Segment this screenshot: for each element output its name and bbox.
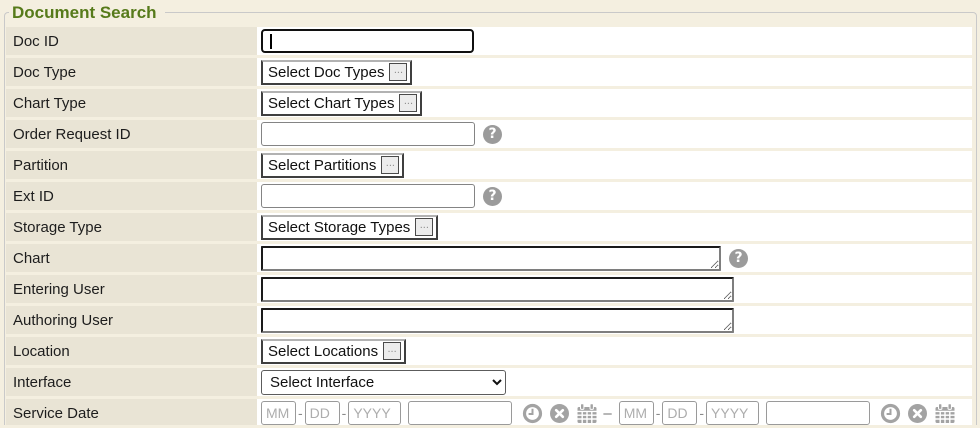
field-label: Ext ID: [6, 182, 257, 210]
doc-type-picker[interactable]: Select Doc Types ...: [261, 60, 412, 85]
form-row-location: Location Select Locations ...: [6, 337, 972, 365]
doc-id-input-wrap: [261, 29, 474, 53]
interface-select[interactable]: Select Interface: [261, 370, 506, 395]
text-caret: [270, 34, 272, 49]
service-date-to-year-input[interactable]: [706, 401, 759, 425]
service-date-from-year-input[interactable]: [348, 401, 401, 425]
help-icon[interactable]: ?: [483, 187, 502, 206]
help-icon[interactable]: ?: [729, 249, 748, 268]
field-label: Partition: [6, 151, 257, 179]
picker-value: Select Locations: [268, 343, 378, 360]
chart-textarea[interactable]: [261, 246, 721, 271]
page-title: Document Search: [9, 3, 165, 22]
clear-icon[interactable]: [907, 403, 928, 424]
form-row-chart: Chart ?: [6, 244, 972, 272]
location-picker[interactable]: Select Locations ...: [261, 339, 406, 364]
picker-value: Select Partitions: [268, 157, 376, 174]
form-row-authoring-user: Authoring User: [6, 306, 972, 334]
storage-type-browse-button[interactable]: ...: [415, 218, 433, 236]
storage-type-picker[interactable]: Select Storage Types ...: [261, 215, 438, 240]
clock-icon[interactable]: [522, 403, 543, 424]
field-label: Interface: [6, 368, 257, 396]
partition-picker[interactable]: Select Partitions ...: [261, 153, 404, 178]
field-label: Service Date: [6, 399, 257, 425]
entering-user-textarea[interactable]: [261, 277, 734, 302]
order-request-id-input[interactable]: [261, 122, 475, 146]
service-date-to-day-input[interactable]: [662, 401, 697, 425]
field-label: Chart Type: [6, 89, 257, 117]
service-date-from-month-input[interactable]: [261, 401, 296, 425]
partition-browse-button[interactable]: ...: [381, 156, 399, 174]
clock-icon[interactable]: [880, 403, 901, 424]
calendar-icon[interactable]: [934, 403, 956, 424]
chart-type-browse-button[interactable]: ...: [399, 94, 417, 112]
document-search-fieldset: Document Search Doc ID Doc Type Select D…: [4, 3, 977, 425]
form-row-chart-type: Chart Type Select Chart Types ...: [6, 89, 972, 117]
service-date-from-time-input[interactable]: [408, 401, 512, 425]
clear-icon[interactable]: [549, 403, 570, 424]
chart-type-picker[interactable]: Select Chart Types ...: [261, 91, 422, 116]
field-label: Authoring User: [6, 306, 257, 334]
form-row-entering-user: Entering User: [6, 275, 972, 303]
date-separator: -: [656, 405, 661, 421]
form-row-partition: Partition Select Partitions ...: [6, 151, 972, 179]
location-browse-button[interactable]: ...: [383, 342, 401, 360]
field-label: Location: [6, 337, 257, 365]
form-row-order-request-id: Order Request ID ?: [6, 120, 972, 148]
field-label: Storage Type: [6, 213, 257, 241]
field-label: Order Request ID: [6, 120, 257, 148]
form-row-doc-id: Doc ID: [6, 27, 972, 55]
form-row-storage-type: Storage Type Select Storage Types ...: [6, 213, 972, 241]
picker-value: Select Storage Types: [268, 219, 410, 236]
date-separator: -: [699, 405, 704, 421]
service-date-to-time-input[interactable]: [766, 401, 870, 425]
doc-id-input[interactable]: [261, 29, 474, 53]
picker-value: Select Chart Types: [268, 95, 394, 112]
service-date-from-group: - -: [261, 401, 598, 425]
form-row-service-date: Service Date - - –: [6, 399, 972, 425]
field-label: Entering User: [6, 275, 257, 303]
form-row-interface: Interface Select Interface: [6, 368, 972, 396]
field-label: Chart: [6, 244, 257, 272]
field-label: Doc Type: [6, 58, 257, 86]
doc-type-browse-button[interactable]: ...: [389, 63, 407, 81]
date-separator: -: [298, 405, 303, 421]
ext-id-input[interactable]: [261, 184, 475, 208]
field-label: Doc ID: [6, 27, 257, 55]
service-date-to-group: - -: [619, 401, 956, 425]
authoring-user-textarea[interactable]: [261, 308, 734, 333]
service-date-to-month-input[interactable]: [619, 401, 654, 425]
service-date-from-day-input[interactable]: [305, 401, 340, 425]
calendar-icon[interactable]: [576, 403, 598, 424]
date-separator: -: [342, 405, 347, 421]
form-row-doc-type: Doc Type Select Doc Types ...: [6, 58, 972, 86]
form-row-ext-id: Ext ID ?: [6, 182, 972, 210]
help-icon[interactable]: ?: [483, 125, 502, 144]
picker-value: Select Doc Types: [268, 64, 384, 81]
date-range-separator: –: [603, 405, 611, 422]
